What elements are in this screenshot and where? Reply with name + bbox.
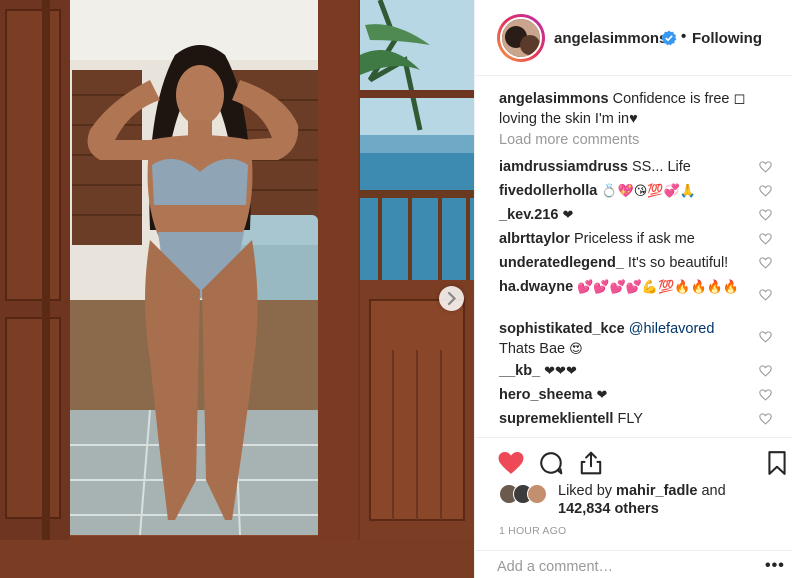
comment-like-heart-icon[interactable] <box>759 289 772 301</box>
comment-like-heart-icon[interactable] <box>759 365 772 377</box>
post-caption: angelasimmons Confidence is free ◻ lovin… <box>499 89 769 129</box>
caption-username[interactable]: angelasimmons <box>499 91 609 107</box>
avatar[interactable] <box>500 17 542 59</box>
share-icon[interactable] <box>578 450 604 476</box>
comment-username[interactable]: albrttaylor <box>499 231 570 247</box>
comments-list[interactable]: angelasimmons Confidence is free ◻ lovin… <box>475 77 792 437</box>
comment-username[interactable]: supremeklientell <box>499 411 613 427</box>
comment-text: SS... Life <box>627 159 691 175</box>
comment-item: iamdrussiamdruss SS... Life <box>499 157 749 178</box>
comment-emoji: ❤ <box>562 208 574 223</box>
comment-item: underatedlegend_ It's so beautiful! <box>499 253 749 274</box>
likes-connector: and <box>697 483 726 499</box>
comment-item: _kev.216 ❤ <box>499 205 749 226</box>
following-button[interactable]: Following <box>692 30 762 47</box>
comment-text: FLY <box>613 411 643 427</box>
comment-username[interactable]: hero_sheema <box>499 387 593 403</box>
comment-username[interactable]: _kev.216 <box>499 207 558 223</box>
photo-drawing <box>0 0 474 578</box>
comment-like-heart-icon[interactable] <box>759 413 772 425</box>
comment-username[interactable]: __kb_ <box>499 363 540 379</box>
comment-icon[interactable] <box>538 450 564 476</box>
comment-item: albrttaylor Priceless if ask me <box>499 229 749 250</box>
comment-emoji: 💍💖😘💯💞🙏 <box>601 184 696 199</box>
comment-username[interactable]: underatedlegend_ <box>499 255 624 271</box>
story-ring[interactable] <box>497 14 545 62</box>
likes-prefix: Liked by <box>558 483 617 499</box>
comment-username[interactable]: iamdrussiamdruss <box>499 159 628 175</box>
add-comment-bar: ••• <box>475 550 792 578</box>
liked-by-username[interactable]: mahir_fadle <box>616 483 697 499</box>
load-more-comments-button[interactable]: Load more comments <box>499 132 639 148</box>
comment-item: __kb_ ❤❤❤ <box>499 361 749 382</box>
chevron-right-icon <box>447 291 457 306</box>
comment-like-heart-icon[interactable] <box>759 185 772 197</box>
comment-like-heart-icon[interactable] <box>759 257 772 269</box>
comment-like-heart-icon[interactable] <box>759 233 772 245</box>
header-separator: • <box>681 28 687 45</box>
liker-avatar <box>527 484 547 504</box>
comment-emoji: 😍 <box>569 342 583 357</box>
add-comment-input[interactable] <box>497 559 747 575</box>
comment-like-heart-icon[interactable] <box>759 161 772 173</box>
post-timestamp[interactable]: 1 HOUR AGO <box>499 525 566 537</box>
comment-emoji: 💕💕💕💕💪💯🔥🔥🔥🔥 <box>577 280 740 295</box>
comment-text: Priceless if ask me <box>569 231 695 247</box>
comment-item: fivedollerholla 💍💖😘💯💞🙏 <box>499 181 749 202</box>
comment-like-heart-icon[interactable] <box>759 331 772 343</box>
comment-like-heart-icon[interactable] <box>759 209 772 221</box>
comment-emoji: ❤❤❤ <box>544 364 577 379</box>
comment-item: ha.dwayne 💕💕💕💕💪💯🔥🔥🔥🔥 <box>499 277 749 298</box>
heart-filled-icon[interactable] <box>498 450 524 476</box>
post-photo[interactable] <box>0 0 474 578</box>
comment-item: sophistikated_kce @hilefavored Thats Bae… <box>499 319 749 360</box>
avatar-image <box>502 19 540 57</box>
comment-item: hero_sheema ❤ <box>499 385 749 406</box>
post-side-panel: angelasimmons • Following angelasimmons … <box>474 0 792 578</box>
comment-emoji: ❤ <box>596 388 608 403</box>
comment-username[interactable]: ha.dwayne <box>499 279 573 295</box>
more-options-icon[interactable]: ••• <box>765 557 785 575</box>
comment-item: supremeklientell FLY <box>499 409 749 430</box>
comment-username[interactable]: sophistikated_kce <box>499 321 625 337</box>
header-username[interactable]: angelasimmons <box>554 30 667 47</box>
post-header: angelasimmons • Following <box>475 0 792 76</box>
bookmark-icon[interactable] <box>764 450 790 476</box>
comment-username[interactable]: fivedollerholla <box>499 183 597 199</box>
likes-summary: Liked by mahir_fadle and 142,834 others <box>558 482 758 518</box>
comment-text: It's so beautiful! <box>623 255 729 271</box>
liker-avatars[interactable] <box>499 484 557 504</box>
comment-text: Thats Bae <box>499 341 570 357</box>
comment-like-heart-icon[interactable] <box>759 389 772 401</box>
verified-badge-icon <box>661 30 677 46</box>
comment-mention[interactable]: @hilefavored <box>625 321 715 337</box>
likes-count[interactable]: 142,834 others <box>558 501 659 517</box>
post-actions: Liked by mahir_fadle and 142,834 others … <box>475 437 792 577</box>
carousel-next-button[interactable] <box>439 286 464 311</box>
